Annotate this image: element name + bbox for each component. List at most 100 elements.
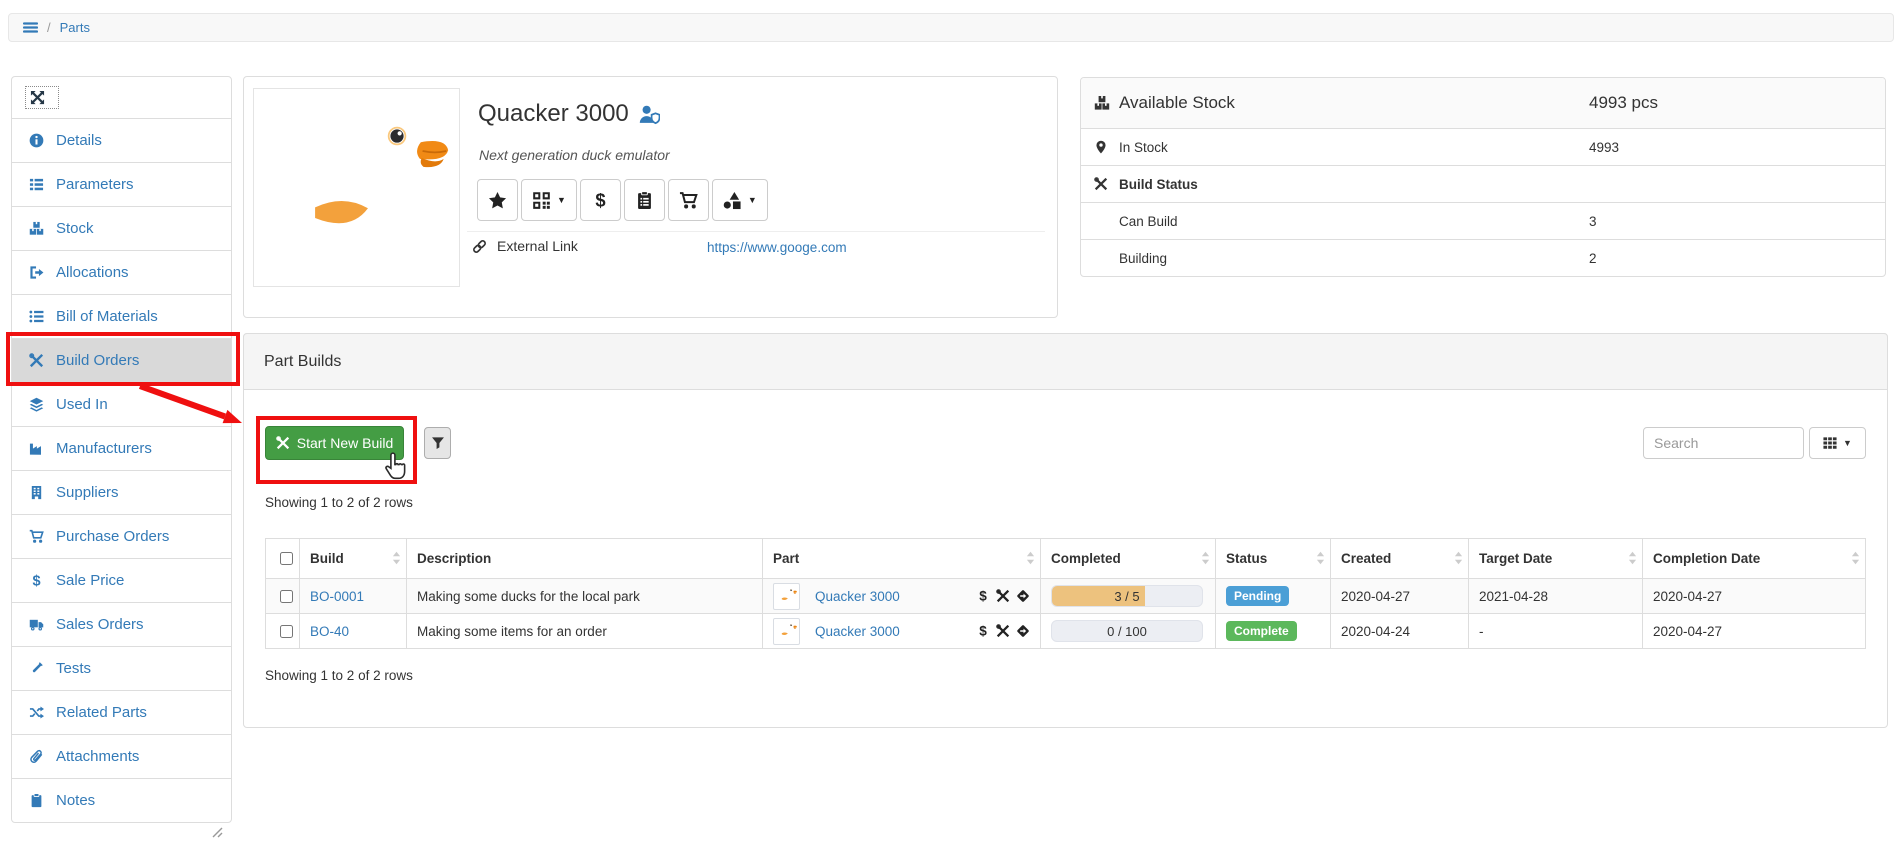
tools-icon (1094, 177, 1119, 191)
part-cell: Quacker 3000 $ (763, 579, 1041, 614)
chevron-down-icon: ▼ (1843, 438, 1852, 448)
build-cell: BO-0001 (300, 579, 407, 614)
sidebar-item-allocations[interactable]: Allocations (12, 250, 231, 294)
column-header-status[interactable]: Status (1216, 539, 1331, 579)
sidebar-item-toggle[interactable] (12, 77, 231, 118)
showing-rows-text-top: Showing 1 to 2 of 2 rows (265, 495, 413, 510)
sort-icon[interactable] (1851, 551, 1860, 565)
description-cell: Making some ducks for the local park (407, 579, 763, 614)
sidebar-item-build-orders[interactable]: Build Orders (12, 338, 231, 382)
sort-icon[interactable] (1454, 551, 1463, 565)
completed-cell: 0 / 100 (1041, 614, 1216, 649)
shuffle-icon (25, 705, 47, 720)
sidebar-item-sales-orders[interactable]: Sales Orders (12, 602, 231, 646)
sidebar-item-label: Stock (56, 220, 94, 237)
order-button[interactable] (668, 179, 709, 221)
sidebar-item-tests[interactable]: Tests (12, 646, 231, 690)
build-row-bo-40: BO-40 Making some items for an order Quack… (266, 614, 1866, 649)
select-all-checkbox[interactable] (280, 552, 293, 565)
external-link[interactable]: https://www.googe.com (707, 240, 847, 255)
sort-icon[interactable] (1628, 551, 1637, 565)
shapes-icon (723, 191, 742, 210)
stock-row-can-build: Can Build3 (1081, 202, 1885, 239)
column-header-target-date[interactable]: Target Date (1469, 539, 1643, 579)
sort-icon[interactable] (1026, 551, 1035, 565)
barcode-button[interactable]: ▼ (521, 179, 577, 221)
chevron-down-icon: ▼ (557, 195, 566, 205)
stock-row-available-stock: Available Stock4993 pcs (1081, 78, 1885, 128)
sort-icon[interactable] (392, 551, 401, 565)
page: { "colors": { "link_blue": "#337ab7", "a… (0, 0, 1904, 841)
row-checkbox[interactable] (280, 590, 293, 603)
stocktake-button[interactable] (624, 179, 665, 221)
part-link[interactable]: Quacker 3000 (815, 589, 900, 604)
part-actions-button[interactable]: ▼ (712, 179, 768, 221)
start-new-build-button[interactable]: Start New Build (265, 426, 404, 460)
hamburger-menu-icon[interactable] (23, 20, 38, 35)
dollar-icon[interactable]: $ (976, 624, 990, 638)
breadcrumb-parts-link[interactable]: Parts (60, 20, 90, 35)
column-header-created[interactable]: Created (1331, 539, 1469, 579)
sidebar-item-sale-price[interactable]: $ Sale Price (12, 558, 231, 602)
sidebar-item-manufacturers[interactable]: Manufacturers (12, 426, 231, 470)
filter-button[interactable] (424, 427, 451, 459)
sidebar-toggle[interactable] (25, 86, 59, 109)
stock-row-label: In Stock (1119, 140, 1168, 155)
directions-icon[interactable] (1016, 589, 1030, 603)
sidebar-item-label: Attachments (56, 748, 139, 765)
directions-icon[interactable] (1016, 624, 1030, 638)
sidebar-item-label: Allocations (56, 264, 129, 281)
description-cell: Making some items for an order (407, 614, 763, 649)
tools-icon (276, 436, 290, 450)
part-thumbnail (773, 583, 800, 610)
star-icon (488, 191, 507, 210)
sidebar-item-purchase-orders[interactable]: Purchase Orders (12, 514, 231, 558)
sidebar-item-suppliers[interactable]: Suppliers (12, 470, 231, 514)
svg-text:$: $ (32, 573, 40, 588)
stock-row-in-stock: In Stock4993 (1081, 128, 1885, 165)
row-checkbox[interactable] (280, 625, 293, 638)
user-shield-icon[interactable] (639, 104, 660, 125)
column-header-part[interactable]: Part (763, 539, 1041, 579)
tools-icon[interactable] (996, 589, 1010, 603)
sidebar-item-label: Sale Price (56, 572, 124, 589)
pricing-button[interactable]: $ (580, 179, 621, 221)
sidebar-item-used-in[interactable]: Used In (12, 382, 231, 426)
columns-toggle-button[interactable]: ▼ (1809, 427, 1866, 459)
list-icon (25, 309, 47, 324)
favourite-button[interactable] (477, 179, 518, 221)
sidebar-item-related-parts[interactable]: Related Parts (12, 690, 231, 734)
resize-grip[interactable] (210, 825, 223, 838)
sidebar-item-bill-of-materials[interactable]: Bill of Materials (12, 294, 231, 338)
sort-icon[interactable] (1316, 551, 1325, 565)
target-date-cell: - (1469, 614, 1643, 649)
qrcode-icon (532, 191, 551, 210)
sidebar-item-notes[interactable]: Notes (12, 778, 231, 822)
dollar-icon[interactable]: $ (976, 589, 990, 603)
build-row-bo-0001: BO-0001 Making some ducks for the local p… (266, 579, 1866, 614)
info-icon (25, 133, 47, 148)
external-link-row: External Link (472, 238, 578, 254)
sidebar-item-label: Used In (56, 396, 108, 413)
column-header-build[interactable]: Build (300, 539, 407, 579)
part-link[interactable]: Quacker 3000 (815, 624, 900, 639)
stock-row-value: 4993 pcs (1589, 93, 1658, 113)
column-header-completion-date[interactable]: Completion Date (1643, 539, 1866, 579)
sidebar-item-attachments[interactable]: Attachments (12, 734, 231, 778)
build-link[interactable]: BO-0001 (310, 589, 364, 604)
tools-icon[interactable] (996, 624, 1010, 638)
build-link[interactable]: BO-40 (310, 624, 349, 639)
external-link-url: https://www.googe.com (707, 240, 847, 255)
sidebar-item-stock[interactable]: Stock (12, 206, 231, 250)
status-badge: Pending (1226, 586, 1289, 606)
sidebar-item-parameters[interactable]: Parameters (12, 162, 231, 206)
sidebar-item-details[interactable]: Details (12, 118, 231, 162)
external-link-label: External Link (497, 238, 578, 254)
search-input[interactable] (1643, 427, 1804, 459)
column-header-completed[interactable]: Completed (1041, 539, 1216, 579)
sidebar-item-label: Build Orders (56, 352, 139, 369)
start-new-build-label: Start New Build (297, 435, 393, 451)
sort-icon[interactable] (1201, 551, 1210, 565)
building-icon (25, 485, 47, 500)
part-image[interactable] (253, 88, 460, 287)
